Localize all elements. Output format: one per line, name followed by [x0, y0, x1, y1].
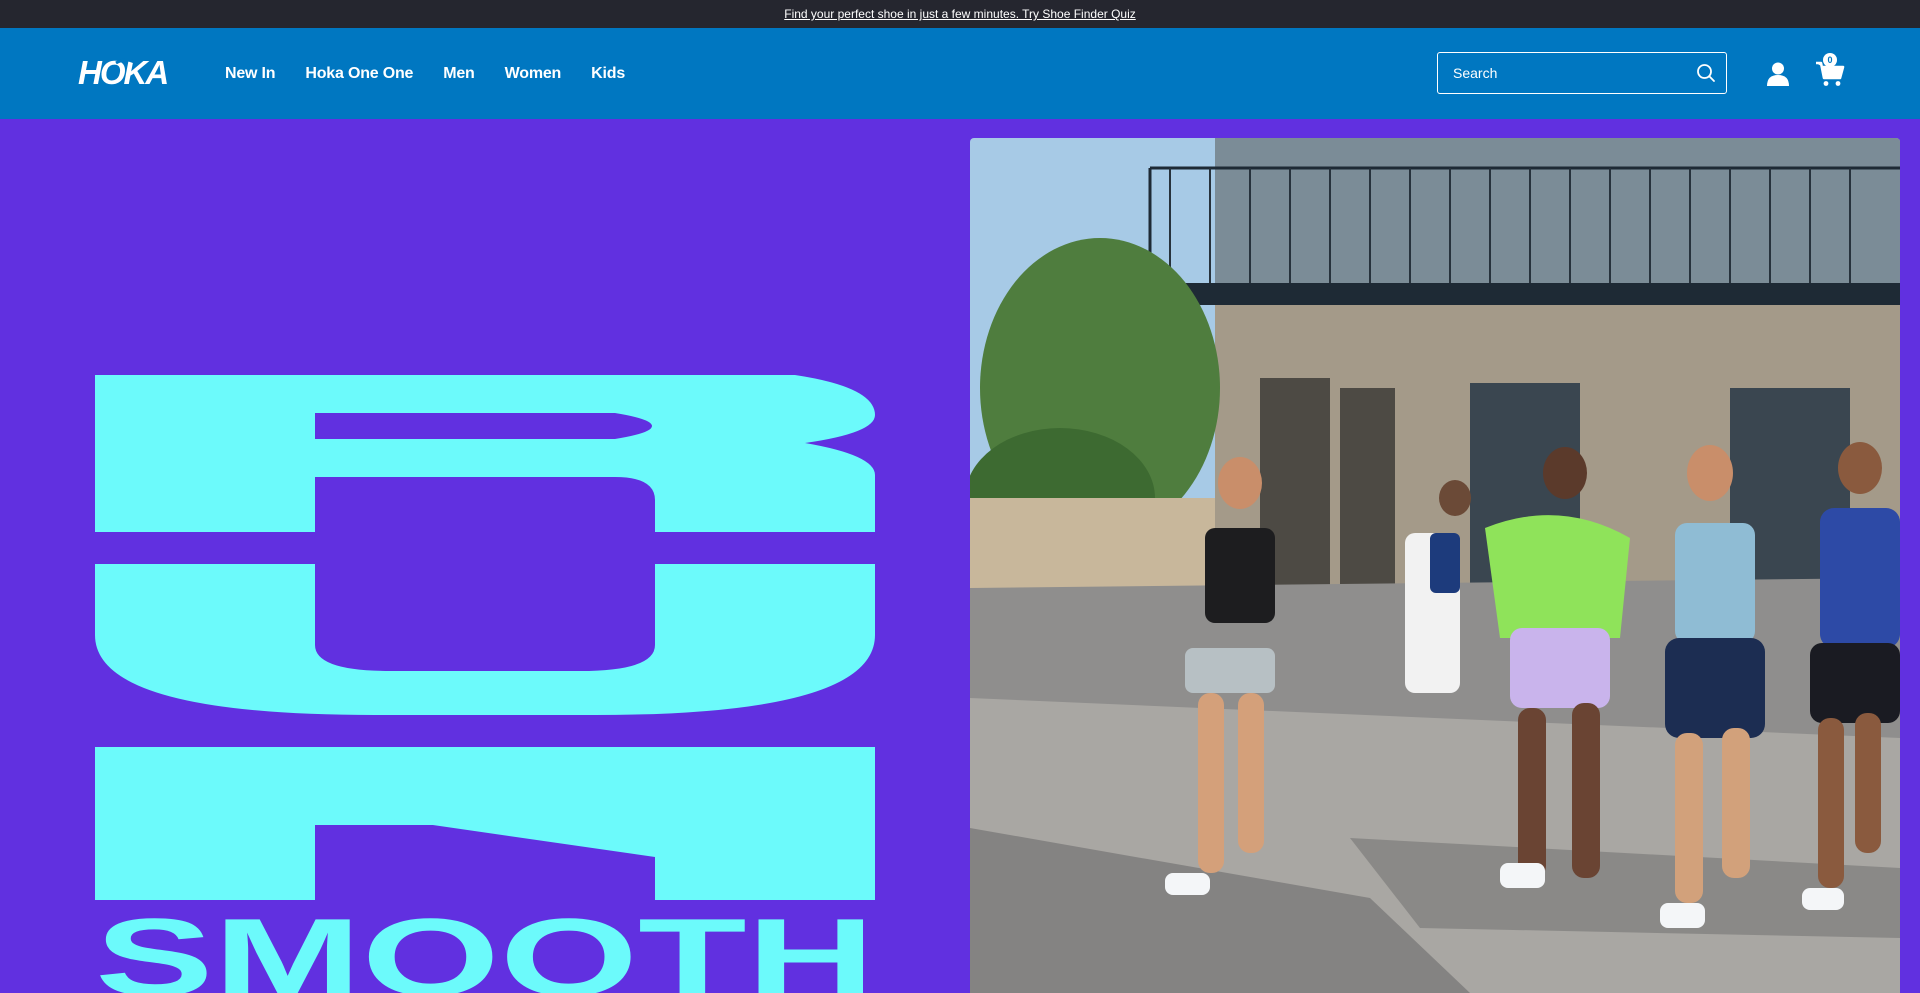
cart-count-badge: 0	[1823, 53, 1837, 67]
site-header: HOKA New In Hoka One One Men Women Kids …	[0, 28, 1920, 119]
announcement-bar: Find your perfect shoe in just a few min…	[0, 0, 1920, 28]
hoka-logo[interactable]: HOKA	[76, 54, 180, 90]
nav-women[interactable]: Women	[505, 65, 562, 83]
user-icon[interactable]	[1765, 61, 1791, 87]
nav-kids[interactable]: Kids	[591, 65, 625, 83]
nav-hoka-one-one[interactable]: Hoka One One	[305, 65, 413, 83]
nav-new-in[interactable]: New In	[225, 65, 276, 83]
search-box	[1437, 52, 1727, 94]
search-input[interactable]	[1438, 65, 1686, 81]
shoe-finder-link[interactable]: Find your perfect shoe in just a few min…	[784, 7, 1136, 21]
main-nav: New In Hoka One One Men Women Kids	[225, 28, 625, 119]
nav-men[interactable]: Men	[443, 65, 475, 83]
search-icon[interactable]	[1686, 53, 1726, 93]
hero-headline-graphic	[95, 375, 875, 900]
hero-photo[interactable]	[970, 138, 1900, 993]
runners-photo	[970, 138, 1900, 993]
